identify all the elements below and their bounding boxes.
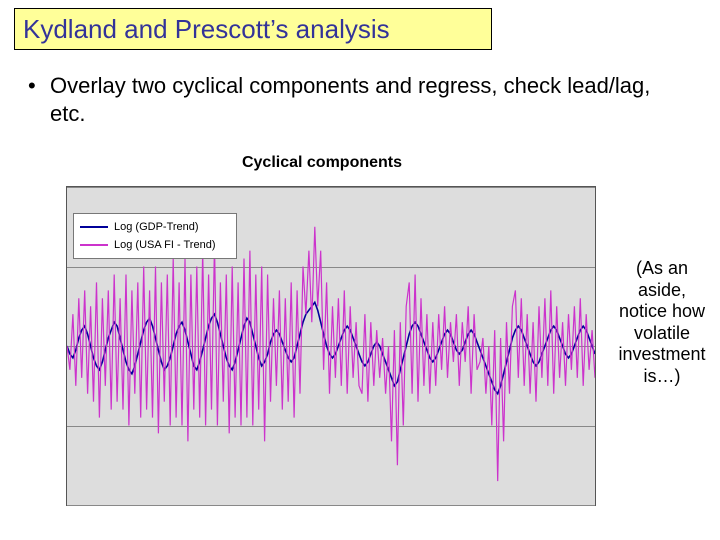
- bullet-dot-icon: •: [28, 72, 50, 127]
- legend-swatch-fi: [80, 244, 108, 246]
- chart-container: Cyclical components Log (GDP-Trend) Log …: [34, 148, 610, 518]
- legend-swatch-gdp: [80, 226, 108, 228]
- series-line-fi: [67, 227, 595, 481]
- chart-legend: Log (GDP-Trend) Log (USA FI - Trend): [73, 213, 237, 259]
- slide: Kydland and Prescott’s analysis • Overla…: [0, 0, 720, 540]
- legend-row-gdp: Log (GDP-Trend): [80, 218, 230, 236]
- aside-annotation: (As an aside, notice how volatile invest…: [612, 258, 712, 388]
- slide-title: Kydland and Prescott’s analysis: [14, 8, 492, 50]
- legend-label-fi: Log (USA FI - Trend): [114, 239, 215, 251]
- legend-label-gdp: Log (GDP-Trend): [114, 221, 199, 233]
- chart-y-axis-margin: [34, 186, 66, 506]
- slide-title-text: Kydland and Prescott’s analysis: [23, 14, 390, 45]
- chart-plot-area: Log (GDP-Trend) Log (USA FI - Trend): [66, 186, 596, 506]
- chart-gridline: [67, 505, 595, 506]
- bullet-item: • Overlay two cyclical components and re…: [28, 72, 668, 127]
- legend-row-fi: Log (USA FI - Trend): [80, 236, 230, 254]
- bullet-text: Overlay two cyclical components and regr…: [50, 72, 668, 127]
- chart-title: Cyclical components: [34, 154, 610, 172]
